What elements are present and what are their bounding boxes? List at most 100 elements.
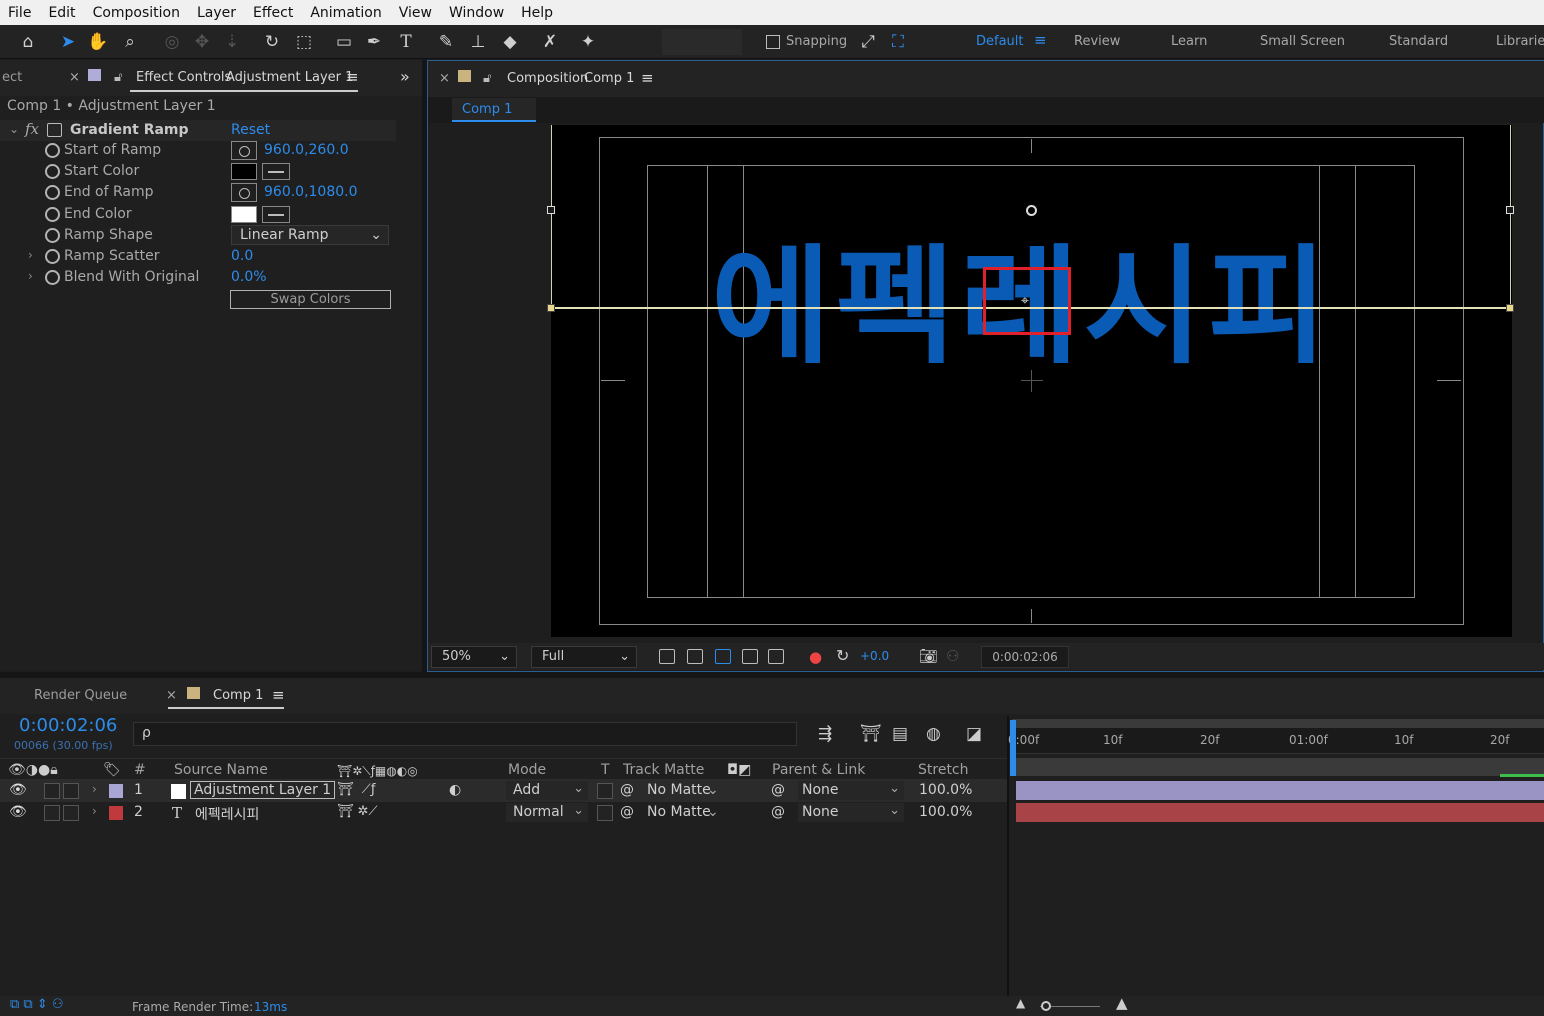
column-source-name[interactable]: Source Name <box>174 762 268 778</box>
track-matte-value[interactable]: No Matte <box>647 804 711 820</box>
stopwatch-icon[interactable] <box>45 270 60 285</box>
pan-camera-icon[interactable]: ✥ <box>190 30 214 54</box>
audio-toggle[interactable] <box>44 805 60 821</box>
start-color-swatch[interactable] <box>231 163 257 180</box>
time-ruler[interactable] <box>1012 728 1544 754</box>
show-snapshot-icon[interactable]: ⚇ <box>946 647 959 665</box>
region-of-interest-icon[interactable] <box>742 649 758 664</box>
close-tab-icon[interactable]: × <box>439 71 450 86</box>
preserve-transparency-toggle[interactable] <box>597 783 613 799</box>
comp-flowchart-icon[interactable]: ⇶ <box>818 724 832 744</box>
transform-handle[interactable] <box>1506 304 1514 312</box>
dolly-camera-icon[interactable]: ⇣ <box>220 30 244 54</box>
orbit-camera-icon[interactable]: ◎ <box>160 30 184 54</box>
selection-tool-icon[interactable]: ➤ <box>56 30 80 54</box>
menu-view[interactable]: View <box>391 5 441 21</box>
stopwatch-icon[interactable] <box>45 228 60 243</box>
hand-tool-icon[interactable]: ✋ <box>86 30 110 54</box>
layer-switches[interactable]: ⛩ ⟋ƒ <box>337 782 375 797</box>
zoom-out-icon[interactable]: ▲ <box>1016 996 1025 1010</box>
pen-tool-icon[interactable]: ✒ <box>362 30 386 54</box>
point-target-icon[interactable] <box>231 183 257 202</box>
zoom-dropdown[interactable]: 50% ⌄ <box>431 646 517 668</box>
layer-duration-bar[interactable] <box>1016 781 1544 800</box>
ramp-shape-dropdown[interactable]: Linear Ramp ⌄ <box>231 225 389 245</box>
type-tool-icon[interactable]: T <box>394 30 418 54</box>
point-target-icon[interactable] <box>231 141 257 160</box>
panel-menu-icon[interactable]: ≡ <box>272 686 285 704</box>
menu-file[interactable]: File <box>0 5 40 21</box>
workspace-review[interactable]: Review <box>1074 34 1120 49</box>
visibility-eye-icon[interactable]: 👁︎ <box>9 782 27 798</box>
collapse-chevron-icon[interactable]: ⌄ <box>9 122 19 136</box>
composition-tab-label[interactable]: Composition <box>507 71 588 86</box>
guides-grid-icon[interactable] <box>768 649 784 664</box>
panel-overflow-icon[interactable]: » <box>400 67 410 86</box>
parent-dropdown[interactable]: None ⌄ <box>798 803 904 822</box>
snap-edges-icon[interactable]: ⤢ <box>856 30 880 54</box>
comp-viewer-canvas[interactable]: 에펙레시피 ⌖ <box>547 125 1514 637</box>
ramp-scatter-value[interactable]: 0.0 <box>231 248 253 264</box>
effect-controls-tab-layer[interactable]: Adjustment Layer 1 <box>226 70 353 85</box>
audio-toggle[interactable] <box>44 783 60 799</box>
stopwatch-icon[interactable] <box>45 185 60 200</box>
expand-chevron-icon[interactable]: › <box>28 248 33 262</box>
panel-menu-icon[interactable]: ≡ <box>346 68 359 86</box>
project-tab-cut[interactable]: ect <box>2 70 22 85</box>
layer-label-color[interactable] <box>109 806 123 820</box>
render-queue-tab[interactable]: Render Queue <box>34 688 127 703</box>
chevron-down-icon[interactable]: ⌄ <box>707 804 719 820</box>
menu-composition[interactable]: Composition <box>85 5 189 21</box>
layer-name[interactable]: Adjustment Layer 1 <box>190 781 336 799</box>
stretch-value[interactable]: 100.0% <box>919 804 972 820</box>
reset-exposure-icon[interactable]: ↻ <box>836 646 849 665</box>
lock-icon[interactable]: 🔓︎ <box>114 70 122 85</box>
zoom-slider-thumb[interactable] <box>1041 1001 1051 1011</box>
reset-link[interactable]: Reset <box>231 122 270 138</box>
menu-help[interactable]: Help <box>513 5 562 21</box>
stopwatch-icon[interactable] <box>45 207 60 222</box>
rectangle-tool-icon[interactable]: ▭ <box>332 30 356 54</box>
close-tab-icon[interactable]: × <box>166 688 177 703</box>
zoom-tool-icon[interactable]: ⌕ <box>118 30 142 54</box>
blend-with-original-value[interactable]: 0.0% <box>231 269 267 285</box>
channel-rgb-icon[interactable]: ● <box>809 648 822 666</box>
matte-pickwhip-icon[interactable]: @ <box>620 782 634 798</box>
effect-controls-tab-label[interactable]: Effect Controls <box>136 70 231 85</box>
composition-tab-comp[interactable]: Comp 1 <box>584 71 634 86</box>
fast-previews-icon[interactable] <box>659 649 675 664</box>
timeline-timecode[interactable]: 0:00:02:06 <box>19 715 117 736</box>
parent-pickwhip-icon[interactable]: @ <box>771 804 785 820</box>
layer-switches[interactable]: ⛩ ✲⟋ <box>337 804 378 819</box>
timeline-splitter[interactable] <box>1007 716 1009 996</box>
layer-duration-bar[interactable] <box>1016 803 1544 822</box>
preserve-transparency-toggle[interactable] <box>597 805 613 821</box>
snap-features-icon[interactable]: ⛶ <box>886 30 910 54</box>
workspace-libraries[interactable]: Libraries <box>1496 34 1544 49</box>
anchor-point-icon[interactable] <box>1026 205 1037 216</box>
visibility-eye-icon[interactable]: 👁︎ <box>9 804 27 820</box>
start-of-ramp-value[interactable]: 960.0,260.0 <box>264 142 349 158</box>
stopwatch-icon[interactable] <box>45 249 60 264</box>
stretch-value[interactable]: 100.0% <box>919 782 972 798</box>
clone-stamp-icon[interactable]: ⊥ <box>466 30 490 54</box>
end-color-swatch[interactable] <box>231 206 257 223</box>
menu-edit[interactable]: Edit <box>40 5 84 21</box>
stopwatch-icon[interactable] <box>45 143 60 158</box>
lock-toggle[interactable] <box>63 783 79 799</box>
menu-animation[interactable]: Animation <box>302 5 390 21</box>
menu-effect[interactable]: Effect <box>245 5 302 21</box>
matte-pickwhip-icon[interactable]: @ <box>620 804 634 820</box>
effect-header-row[interactable]: ⌄ fx Gradient Ramp Reset <box>0 120 396 141</box>
layer-name[interactable]: 에펙레시피 <box>195 804 259 824</box>
workspace-small-screen[interactable]: Small Screen <box>1260 34 1345 49</box>
panel-menu-icon[interactable]: ≡ <box>641 69 654 87</box>
mode-dropdown[interactable]: Normal ⌄ <box>506 803 588 822</box>
eraser-tool-icon[interactable]: ◆ <box>498 30 522 54</box>
mode-dropdown[interactable]: Add ⌄ <box>506 781 588 800</box>
workspace-learn[interactable]: Learn <box>1171 34 1207 49</box>
layer-row-1[interactable]: 👁︎ › 1 Adjustment Layer 1 ⛩ ⟋ƒ ◐ Add ⌄ @ … <box>0 780 1008 802</box>
graph-editor-icon[interactable]: ◪ <box>966 724 982 744</box>
layer-label-color[interactable] <box>109 784 123 798</box>
puppet-pin-icon[interactable]: ✦ <box>576 30 600 54</box>
